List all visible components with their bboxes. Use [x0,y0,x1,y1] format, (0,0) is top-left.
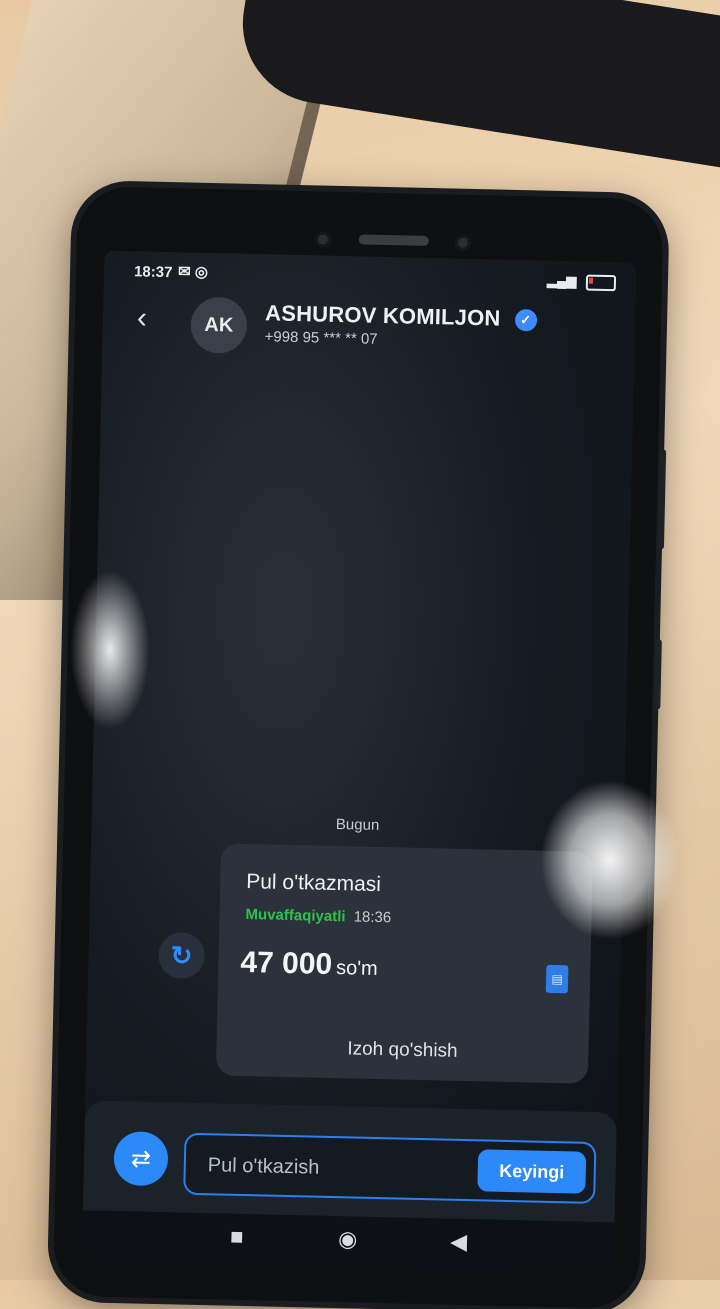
add-comment-button[interactable]: Izoh qo'shish [216,1035,588,1065]
transfer-amount: 47 000 so'm [240,946,378,983]
contact-name: ASHUROV KOMILJON ✓ [264,300,538,332]
input-bar: ⇄ Keyingi [82,1100,618,1223]
earpiece [358,234,429,246]
transfer-title: Pul o'tkazmasi [246,869,382,897]
next-button[interactable]: Keyingi [477,1149,587,1194]
transfer-card-icon[interactable]: ⇄ [113,1131,169,1187]
status-bar: 18:37 ✉ ◎ ▂▄▆ [104,261,636,297]
receipt-icon[interactable]: ▤ [545,964,569,994]
status-right: ▂▄▆ [546,272,617,291]
system-navbar: ■ ◉ ◀ [81,1210,615,1273]
avatar[interactable]: AK [190,296,248,354]
transfer-input-box: Keyingi [183,1132,597,1204]
phone-side-button [657,449,667,550]
transfer-time: 18:36 [353,908,392,927]
home-icon[interactable]: ◉ [338,1226,358,1251]
amount-currency: so'm [335,957,378,980]
date-separator: Bugun [335,816,380,834]
battery-icon [585,274,617,291]
status-notification-icons: ✉ ◎ [177,263,209,281]
phone-screen: 18:37 ✉ ◎ ▂▄▆ ‹ AK ASHUROV KOMILJON ✓ +9… [81,250,637,1273]
repeat-transfer-button[interactable]: ↻ [158,932,206,980]
signal-icon: ▂▄▆ [546,272,577,289]
phone-side-button [654,639,662,710]
amount-value: 47 000 [240,945,333,981]
battery-level [588,277,594,284]
chat-header: ‹ AK ASHUROV KOMILJON ✓ +998 95 *** ** 0… [102,291,635,373]
front-sensor [454,234,471,251]
back-nav-icon[interactable]: ◀ [450,1229,467,1254]
transfer-card[interactable]: Pul o'tkazmasi Muvaffaqiyatli 18:36 47 0… [215,843,594,1084]
repeat-icon: ↻ [170,939,193,971]
contact-name-text: ASHUROV KOMILJON [264,300,501,331]
transfer-status: Muvaffaqiyatli [245,905,346,926]
phone-device: 18:37 ✉ ◎ ▂▄▆ ‹ AK ASHUROV KOMILJON ✓ +9… [52,186,667,1309]
back-icon[interactable]: ‹ [137,301,148,334]
status-time: 18:37 [133,263,173,282]
verified-badge-icon: ✓ [514,309,538,332]
transfer-amount-input[interactable] [205,1135,471,1202]
transfer-status-line: Muvaffaqiyatli 18:36 [245,906,391,926]
front-camera [314,231,332,248]
recent-apps-icon[interactable]: ■ [230,1224,244,1249]
contact-phone: +998 95 *** ** 07 [264,328,378,348]
